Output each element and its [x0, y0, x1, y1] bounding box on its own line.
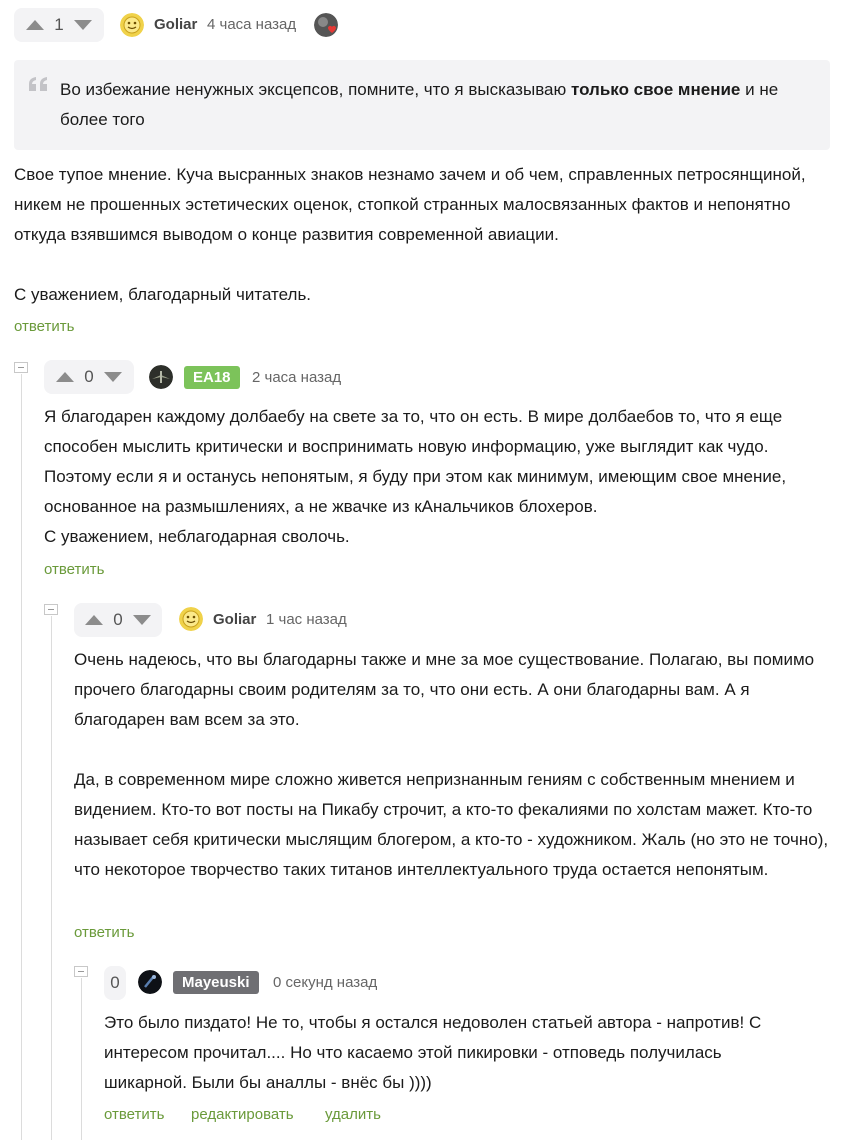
comment-paragraph: Очень надеюсь, что вы благодарны также и… [74, 650, 815, 729]
rating-value: 0 [84, 367, 94, 386]
comment-text: Это было пиздато! Не то, чтобы я остался… [104, 1008, 804, 1098]
upvote-icon[interactable] [56, 372, 75, 382]
reply-link[interactable]: ответить [14, 318, 74, 335]
comment-paragraph: Да, в современном мире сложно живется не… [74, 770, 829, 879]
comment-text: Очень надеюсь, что вы благодарны также и… [74, 645, 834, 885]
avatar[interactable] [179, 607, 203, 631]
upvote-icon[interactable] [26, 20, 45, 30]
user-avatar-icon [149, 365, 173, 389]
comment-paragraph: Я благодарен каждому долбаебу на свете з… [44, 407, 787, 516]
user-avatar-icon [138, 970, 162, 994]
downvote-icon[interactable] [73, 20, 92, 30]
avatar[interactable] [149, 365, 173, 389]
timestamp[interactable]: 4 часа назад [207, 16, 296, 33]
upvote-icon[interactable] [85, 615, 104, 625]
quote-icon [29, 77, 47, 91]
collapse-icon[interactable] [14, 362, 28, 373]
collapse-icon[interactable] [74, 966, 88, 977]
quote-text: Во избежание ненужных эксцепсов, помните… [60, 75, 815, 135]
delete-link[interactable]: удалить [325, 1106, 381, 1123]
reaction-avatar[interactable] [314, 13, 338, 37]
comment-paragraph: Это было пиздато! Не то, чтобы я остался… [104, 1013, 762, 1092]
user-avatar-icon [179, 607, 203, 631]
downvote-icon[interactable] [132, 615, 151, 625]
timestamp[interactable]: 2 часа назад [252, 369, 341, 386]
rating-value: 1 [54, 15, 64, 34]
comment1-rating: 1 [14, 8, 104, 42]
comment-text: Свое тупое мнение. Куча высранных знаков… [14, 160, 814, 310]
collapse-icon[interactable] [44, 604, 58, 615]
comment-paragraph: С уважением, благодарный читатель. [14, 285, 312, 304]
avatar[interactable] [120, 13, 144, 37]
avatar[interactable] [138, 970, 162, 994]
comment-paragraph: С уважением, неблагодарная сволочь. [44, 527, 350, 546]
quote-plain: Во избежание ненужных эксцепсов, помните… [60, 80, 571, 99]
comment3-rating: 0 [74, 603, 162, 637]
comment2-rating: 0 [44, 360, 134, 394]
thread-line[interactable] [81, 978, 82, 1140]
thread-line[interactable] [21, 374, 22, 1140]
author-badge[interactable]: Mayeuski [173, 971, 259, 994]
comment-paragraph: Свое тупое мнение. Куча высранных знаков… [14, 165, 806, 244]
timestamp[interactable]: 1 час назад [266, 611, 347, 628]
quote-bold: только свое мнение [570, 80, 741, 99]
reply-link[interactable]: ответить [74, 924, 134, 941]
comment4-rating: 0 [104, 966, 126, 1000]
thread-line[interactable] [51, 616, 52, 1140]
reply-link[interactable]: ответить [44, 561, 104, 578]
rating-value: 0 [113, 610, 123, 629]
author-name[interactable]: Goliar [154, 16, 197, 33]
author-name[interactable]: Goliar [213, 611, 256, 628]
user-avatar-icon [120, 13, 144, 37]
comment-text: Я благодарен каждому долбаебу на свете з… [44, 402, 834, 552]
timestamp[interactable]: 0 секунд назад [273, 974, 377, 991]
heart-badge-icon [314, 13, 338, 37]
quote-block: Во избежание ненужных эксцепсов, помните… [14, 60, 830, 150]
reply-link[interactable]: ответить [104, 1106, 164, 1123]
edit-link[interactable]: редактировать [191, 1106, 294, 1123]
rating-value: 0 [110, 973, 120, 992]
downvote-icon[interactable] [103, 372, 122, 382]
author-badge[interactable]: EA18 [184, 366, 240, 389]
